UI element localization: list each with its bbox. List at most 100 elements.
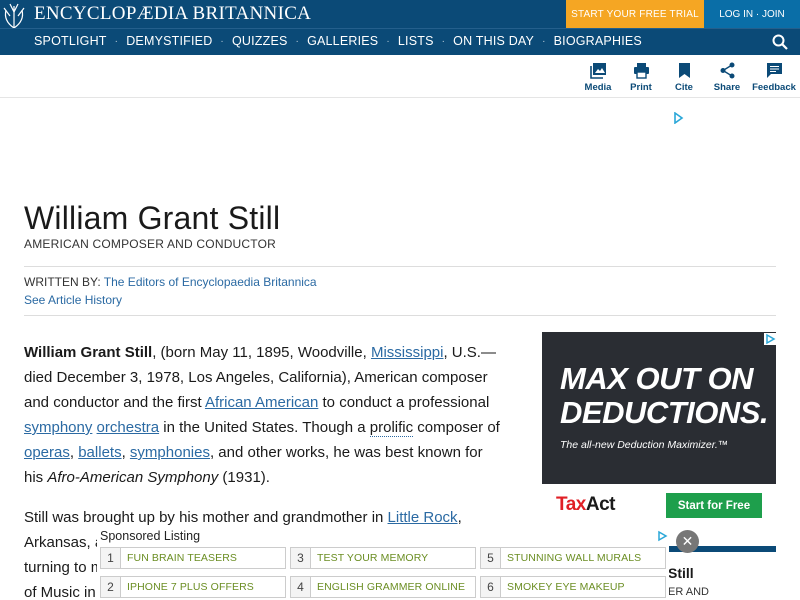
sponsored-listing: Sponsored Listing 1 FUN BRAIN TEASERS 3 … (97, 528, 669, 600)
text: (1931). (218, 469, 270, 486)
subject-name: William Grant Still (24, 344, 153, 361)
ad-headline: MAX OUT ON DEDUCTIONS. (560, 361, 769, 430)
text: Still was brought up by his mother and g… (24, 509, 388, 526)
nav-galleries[interactable]: GALLERIES (307, 34, 378, 48)
sponsored-label: Sponsored Listing (100, 529, 201, 543)
item-text: SMOKEY EYE MAKEUP (507, 581, 625, 593)
link-ballets[interactable]: ballets (78, 444, 121, 461)
main-nav: SPOTLIGHT · DEMYSTIFIED · QUIZZES · GALL… (0, 28, 800, 55)
adchoices-icon[interactable] (656, 530, 668, 542)
close-ad-button[interactable]: ✕ (676, 530, 699, 553)
feedback-button[interactable]: Feedback (750, 62, 798, 93)
nav-separator: · (114, 35, 119, 47)
link-orchestra[interactable]: orchestra (97, 419, 160, 436)
feedback-label: Feedback (752, 82, 796, 93)
share-icon (720, 62, 734, 79)
item-text: IPHONE 7 PLUS OFFERS (127, 581, 254, 593)
byline-label: WRITTEN BY: (24, 275, 101, 289)
article-history-link[interactable]: See Article History (24, 293, 122, 307)
item-number: 6 (481, 577, 501, 597)
page-title: William Grant Still (24, 200, 281, 236)
media-icon (589, 63, 606, 79)
nav-spotlight[interactable]: SPOTLIGHT (34, 34, 107, 48)
search-icon[interactable] (772, 34, 788, 50)
page-subtitle: AMERICAN COMPOSER AND CONDUCTOR (24, 237, 277, 251)
top-bar: ENCYCLOPÆDIA BRITANNICA START YOUR FREE … (0, 0, 800, 28)
definition-prolific[interactable]: prolific (369, 419, 414, 437)
item-number: 3 (291, 548, 311, 568)
item-number: 1 (101, 548, 121, 568)
article-toolbar: Media Print Cite Share Feedback (0, 56, 800, 98)
sponsored-item[interactable]: 2 IPHONE 7 PLUS OFFERS (100, 576, 286, 598)
ad-subline: The all-new Deduction Maximizer.™ (560, 439, 729, 451)
bookmark-icon (678, 63, 690, 78)
print-button[interactable]: Print (617, 62, 665, 93)
text: , (69, 444, 79, 461)
text: , (457, 509, 462, 526)
start-free-trial-button[interactable]: START YOUR FREE TRIAL (566, 0, 704, 28)
adchoices-icon[interactable] (672, 112, 684, 124)
article-paragraph: William Grant Still, (born May 11, 1895,… (24, 340, 504, 490)
start-for-free-button[interactable]: Start for Free (666, 493, 762, 518)
author-link[interactable]: The Editors of Encyclopaedia Britannica (104, 275, 317, 289)
taxact-ad[interactable]: MAX OUT ON DEDUCTIONS. The all-new Deduc… (542, 332, 776, 526)
nav-biographies[interactable]: BIOGRAPHIES (554, 34, 642, 48)
adchoices-icon[interactable] (764, 333, 776, 345)
logo-part: Tax (556, 494, 586, 515)
text: , (121, 444, 130, 461)
ad-headline-line: DEDUCTIONS. (560, 395, 769, 430)
sponsored-item[interactable]: 6 SMOKEY EYE MAKEUP (480, 576, 666, 598)
text: of Music in (24, 584, 96, 600)
feedback-icon (766, 63, 782, 78)
media-button[interactable]: Media (574, 62, 622, 93)
link-operas[interactable]: operas (24, 444, 70, 461)
page: ENCYCLOPÆDIA BRITANNICA START YOUR FREE … (0, 0, 800, 600)
nav-on-this-day[interactable]: ON THIS DAY (453, 34, 534, 48)
sponsored-item[interactable]: 3 TEST YOUR MEMORY (290, 547, 476, 569)
sponsored-item[interactable]: 4 ENGLISH GRAMMER ONLINE (290, 576, 476, 598)
item-number: 4 (291, 577, 311, 597)
link-little-rock[interactable]: Little Rock (388, 509, 458, 526)
nav-demystified[interactable]: DEMYSTIFIED (126, 34, 212, 48)
nav-quizzes[interactable]: QUIZZES (232, 34, 288, 48)
byline: WRITTEN BY: The Editors of Encyclopaedia… (24, 275, 317, 289)
media-label: Media (584, 82, 612, 93)
cite-button[interactable]: Cite (660, 62, 708, 93)
logo-part: Act (585, 494, 616, 515)
nav-separator: · (295, 35, 300, 47)
card-role: ER AND (668, 586, 709, 598)
print-label: Print (630, 82, 652, 93)
card-name: Still (668, 565, 694, 581)
text: in the United States. Though a (159, 419, 370, 436)
text: to conduct a professional (318, 394, 490, 411)
nav-separator: · (441, 35, 446, 47)
text: composer of (413, 419, 500, 436)
text: , (born May 11, 1895, Woodville, (152, 344, 371, 361)
ad-headline-line: MAX OUT ON (560, 361, 754, 396)
nav-separator: · (386, 35, 390, 47)
taxact-logo: TaxAct (556, 494, 615, 516)
text: turning to m (24, 559, 104, 576)
link-mississippi[interactable]: Mississippi (371, 344, 444, 361)
sponsored-item[interactable]: 5 STUNNING WALL MURALS (480, 547, 666, 569)
cite-label: Cite (675, 82, 693, 93)
link-symphonies[interactable]: symphonies (130, 444, 210, 461)
share-button[interactable]: Share (703, 62, 751, 93)
link-symphony[interactable]: symphony (24, 419, 92, 436)
item-text: FUN BRAIN TEASERS (127, 552, 238, 564)
nav-separator: · (542, 35, 546, 47)
login-join-button[interactable]: LOG IN · JOIN (704, 0, 800, 28)
item-text: STUNNING WALL MURALS (507, 552, 642, 564)
logo-text[interactable]: ENCYCLOPÆDIA BRITANNICA (34, 3, 311, 25)
printer-icon (633, 63, 649, 79)
link-african-american[interactable]: African American (205, 394, 318, 411)
ad-footer: TaxAct Start for Free (542, 484, 776, 526)
nav-separator: · (220, 35, 224, 47)
share-label: Share (713, 82, 741, 93)
sponsored-item[interactable]: 1 FUN BRAIN TEASERS (100, 547, 286, 569)
nav-lists[interactable]: LISTS (398, 34, 434, 48)
divider (24, 315, 776, 316)
item-text: ENGLISH GRAMMER ONLINE (317, 581, 466, 593)
divider (24, 266, 776, 267)
item-text: TEST YOUR MEMORY (317, 552, 429, 564)
